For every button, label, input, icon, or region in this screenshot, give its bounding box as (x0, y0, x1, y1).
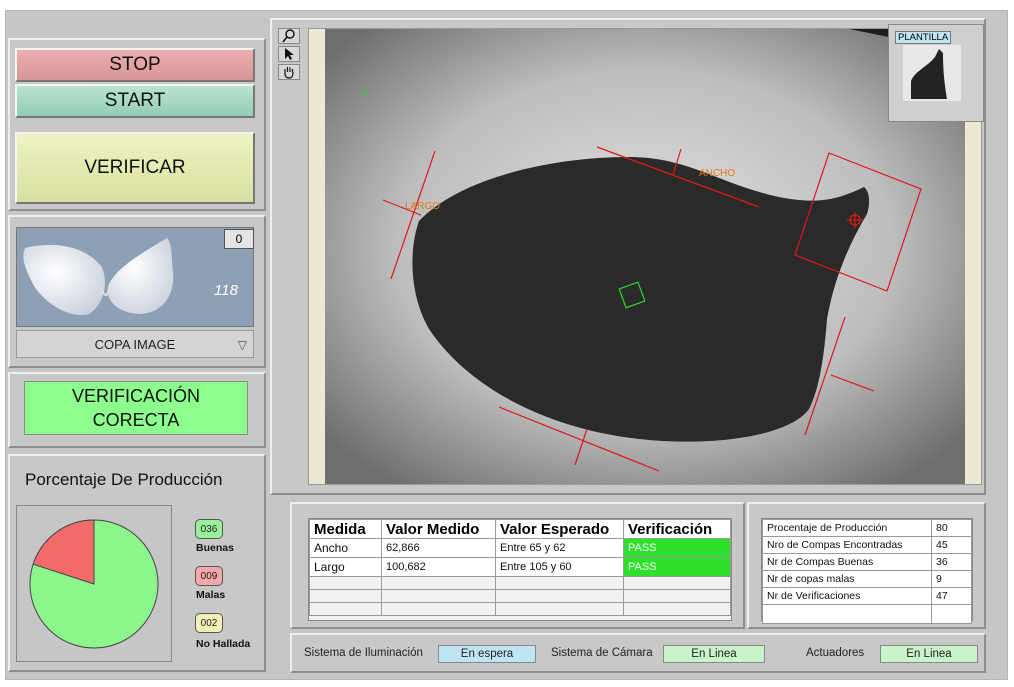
actuators-status: En Linea (880, 645, 978, 663)
camera-system-status: En Linea (663, 645, 765, 663)
template-thumbnail: PLANTILLA (888, 24, 984, 122)
stats-panel: Procentaje de Producción 80 Nro de Compas… (747, 502, 986, 629)
camera-viewer-panel: ANCHO LARGO PLANTILLA (270, 18, 986, 495)
cup-image-selector-value: COPA IMAGE (94, 336, 176, 352)
stat-value: 36 (931, 553, 972, 571)
cell-esperado: Entre 105 y 60 (495, 557, 624, 577)
length-annotation-label: LARGO (405, 201, 441, 212)
start-button[interactable]: START (15, 84, 255, 118)
table-header-row: Medida Valor Medido Valor Esperado Verif… (309, 519, 731, 539)
legend-good-label: Buenas (196, 542, 234, 554)
table-row: Ancho 62,866 Entre 65 y 62 PASS (309, 538, 731, 558)
production-panel: Porcentaje De Producción 036 Buenas 009 … (8, 454, 266, 672)
status-bar: Sistema de Iluminación En espera Sistema… (290, 633, 986, 673)
legend-good-box: 036 (195, 519, 223, 539)
production-pie-chart (29, 519, 159, 649)
stat-label: Nr de Verificaciones (762, 587, 932, 605)
stat-value: 45 (931, 536, 972, 554)
stats-table: Procentaje de Producción 80 Nro de Compas… (762, 519, 972, 624)
cell-medida: Ancho (309, 538, 382, 558)
measurements-panel: Medida Valor Medido Valor Esperado Verif… (290, 502, 745, 629)
production-title: Porcentaje De Producción (25, 470, 223, 489)
verification-status-line1: VERIFICACIÓN (71, 386, 200, 406)
camera-image[interactable] (309, 29, 981, 484)
table-row: Nro de Compas Encontradas 45 (762, 536, 972, 554)
cup-preview: 118 (16, 227, 254, 327)
production-pie-container (16, 505, 172, 662)
stat-label: Nr de Compas Buenas (762, 553, 932, 571)
verification-status-indicator: VERIFICACIÓN CORECTA (24, 381, 248, 435)
cell-esperado: Entre 65 y 62 (495, 538, 624, 558)
control-panel: STOP START VERIFICAR (8, 38, 266, 211)
pan-hand-icon[interactable] (278, 64, 300, 80)
stat-label: Nr de copas malas (762, 570, 932, 588)
template-image (903, 45, 961, 101)
cup-image-panel: 118 0 COPA IMAGE ▽ (8, 215, 266, 368)
table-row: Nr de Compas Buenas 36 (762, 553, 972, 571)
template-label: PLANTILLA (895, 31, 952, 44)
lighting-system-status: En espera (438, 645, 536, 663)
cup-image-number: 118 (214, 282, 238, 299)
verification-status-line2: CORECTA (92, 410, 180, 430)
verification-panel: VERIFICACIÓN CORECTA (8, 372, 266, 448)
zoom-icon[interactable] (278, 28, 300, 44)
cell-verificacion: PASS (623, 538, 731, 558)
header-valor-medido: Valor Medido (381, 519, 496, 539)
cup-image-selector[interactable]: COPA IMAGE ▽ (16, 330, 254, 358)
table-row-empty (309, 576, 731, 590)
chevron-down-icon: ▽ (237, 338, 247, 352)
stat-label: Nro de Compas Encontradas (762, 536, 932, 554)
legend-bad-label: Malas (196, 589, 226, 601)
pointer-icon[interactable] (278, 46, 300, 62)
lighting-system-label: Sistema de Iluminación (304, 647, 423, 659)
stop-button[interactable]: STOP (15, 48, 255, 82)
table-row: Nr de copas malas 9 (762, 570, 972, 588)
table-row: Procentaje de Producción 80 (762, 519, 972, 537)
header-valor-esperado: Valor Esperado (495, 519, 624, 539)
header-medida: Medida (309, 519, 382, 539)
camera-system-label: Sistema de Cámara (551, 647, 653, 659)
stat-value: 80 (931, 519, 972, 537)
stat-value: 9 (931, 570, 972, 588)
actuators-label: Actuadores (806, 647, 865, 659)
header-verificacion: Verificación (623, 519, 731, 539)
table-row-empty (309, 602, 731, 616)
cell-medida: Largo (309, 557, 382, 577)
table-row-empty (762, 604, 972, 624)
legend-not-found-box: 002 (195, 613, 223, 633)
table-row-empty (309, 589, 731, 603)
camera-image-frame: ANCHO LARGO (308, 28, 982, 485)
stat-value: 47 (931, 587, 972, 605)
verify-button[interactable]: VERIFICAR (15, 132, 255, 204)
stats-table-container: Procentaje de Producción 80 Nro de Compas… (761, 518, 973, 624)
table-row: Nr de Verificaciones 47 (762, 587, 972, 605)
bra-cups-image (23, 238, 174, 316)
measurements-table-container: Medida Valor Medido Valor Esperado Verif… (308, 518, 732, 621)
legend-not-found-label: No Hallada (196, 638, 251, 650)
legend-bad-box: 009 (195, 566, 223, 586)
measurements-table: Medida Valor Medido Valor Esperado Verif… (309, 519, 731, 616)
width-annotation-label: ANCHO (699, 168, 736, 179)
cell-medido: 62,866 (381, 538, 496, 558)
cell-medido: 100,682 (381, 557, 496, 577)
stat-label: Procentaje de Producción (762, 519, 932, 537)
cup-counter: 0 (224, 229, 254, 249)
cell-verificacion: PASS (623, 557, 731, 577)
table-row: Largo 100,682 Entre 105 y 60 PASS (309, 557, 731, 577)
